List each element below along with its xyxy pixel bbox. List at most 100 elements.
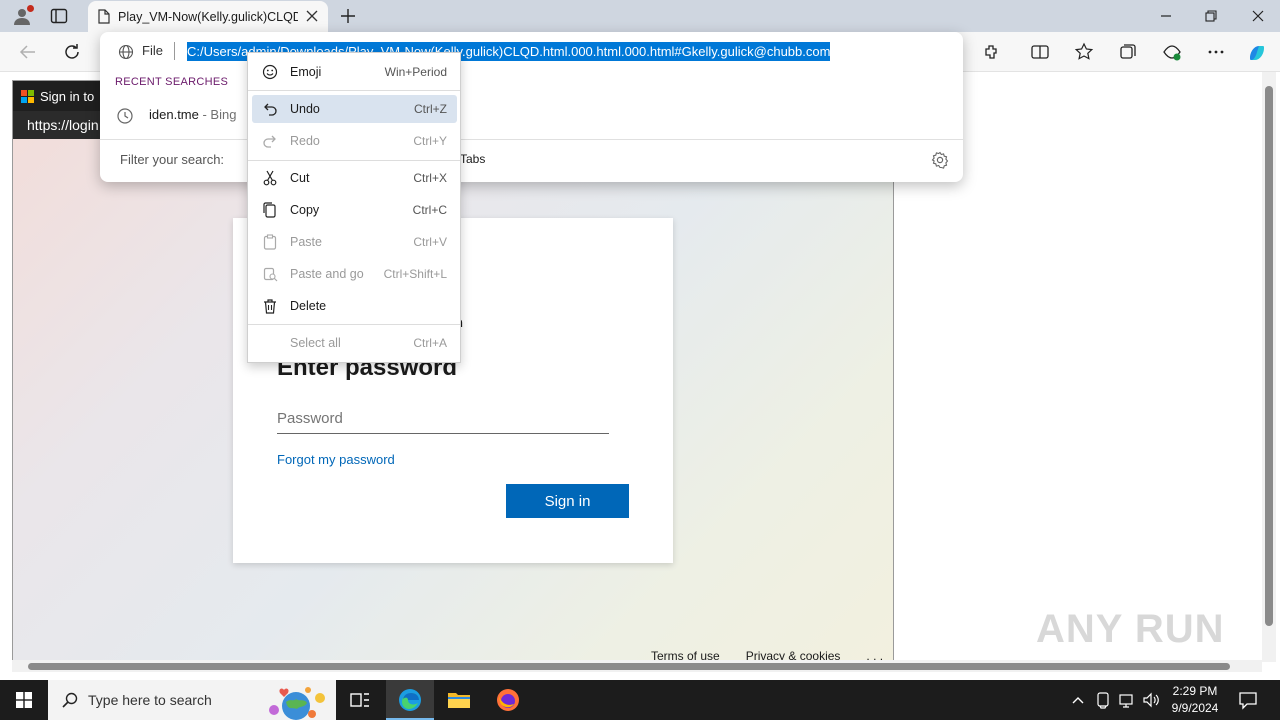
filter-tabs-option[interactable]: Tabs (460, 152, 485, 166)
history-clock-icon (116, 107, 134, 125)
edge-browser-icon[interactable] (398, 688, 422, 712)
taskbar-search[interactable]: Type here to search (48, 680, 336, 720)
extensions-icon[interactable] (982, 42, 1002, 62)
scheme-label[interactable]: File (142, 43, 163, 58)
history-suggestion[interactable]: iden.tme - Bing (149, 107, 236, 122)
context-menu: Emoji Win+Period Undo Ctrl+Z Redo Ctrl+Y… (247, 52, 461, 363)
address-dropdown: File C:/Users/admin/Downloads/Play_VM-No… (100, 32, 963, 182)
filter-label: Filter your search: (120, 152, 225, 167)
browser-essentials-icon[interactable] (1162, 42, 1182, 62)
menu-label: Undo (290, 102, 320, 116)
copilot-icon[interactable] (1246, 42, 1266, 62)
menu-item-copy[interactable]: Copy Ctrl+C (252, 196, 457, 224)
network-icon[interactable] (1118, 691, 1136, 709)
menu-item-paste: Paste Ctrl+V (252, 228, 457, 256)
menu-shortcut: Ctrl+Shift+L (383, 267, 447, 281)
menu-shortcut: Ctrl+C (412, 203, 447, 217)
task-view-icon[interactable] (348, 688, 372, 712)
horizontal-scrollbar[interactable] (12, 660, 1262, 672)
menu-shortcut: Ctrl+V (413, 235, 447, 249)
undo-icon (262, 101, 278, 117)
menu-separator (248, 324, 460, 325)
menu-item-paste-and-go: Paste and go Ctrl+Shift+L (252, 260, 457, 288)
menu-item-emoji[interactable]: Emoji Win+Period (252, 58, 457, 86)
firefox-icon[interactable] (496, 688, 520, 712)
horizontal-scroll-thumb[interactable] (28, 663, 1230, 670)
taskbar: Type here to search 2:29 PM 9/9/2024 (0, 680, 1280, 720)
history-query: iden.tme (149, 107, 199, 122)
clock-time: 2:29 PM (1172, 684, 1218, 698)
menu-shortcut: Win+Period (384, 65, 447, 79)
profile-avatar-icon[interactable] (12, 5, 34, 26)
search-highlight-icon (260, 682, 332, 720)
sign-in-button[interactable]: Sign in (506, 484, 629, 518)
forgot-password-link[interactable]: Forgot my password (277, 452, 395, 467)
clock-date: 9/9/2024 (1171, 701, 1219, 715)
close-window-icon[interactable] (1250, 8, 1266, 24)
menu-item-delete[interactable]: Delete (252, 292, 457, 320)
menu-label: Redo (290, 134, 320, 148)
back-arrow-icon[interactable] (18, 42, 38, 62)
new-tab-icon[interactable] (340, 8, 356, 24)
search-placeholder: Type here to search (88, 692, 212, 708)
clipboard-icon (262, 234, 278, 250)
copy-icon (262, 202, 278, 218)
refresh-icon[interactable] (62, 42, 82, 62)
menu-label: Select all (290, 336, 341, 350)
volume-icon[interactable] (1142, 691, 1160, 709)
minimize-icon[interactable] (1158, 8, 1174, 24)
menu-shortcut: Ctrl+A (413, 336, 447, 350)
popup-title: Sign in to (40, 88, 95, 104)
menu-label: Delete (290, 299, 327, 313)
history-engine: - Bing (198, 107, 237, 122)
active-tab[interactable]: Play_VM-Now(Kelly.gulick)CLQD.html.000.h… (88, 1, 328, 32)
taskbar-clock[interactable]: 2:29 PM 9/9/2024 (1166, 683, 1224, 717)
more-options-icon[interactable] (1206, 42, 1226, 62)
menu-label: Paste (290, 235, 322, 249)
notification-dot-icon (27, 5, 34, 12)
menu-label: Copy (290, 203, 320, 217)
show-hidden-icons-chevron-icon[interactable] (1070, 692, 1086, 708)
scissors-icon (262, 170, 278, 186)
notification-center-icon[interactable] (1238, 690, 1258, 710)
windows-start-icon[interactable] (16, 692, 32, 708)
popup-titlebar: Sign in to (13, 81, 103, 111)
menu-shortcut: Ctrl+X (413, 171, 447, 185)
recent-searches-header: RECENT SEARCHES (115, 76, 229, 88)
emoji-icon (262, 64, 278, 80)
collections-icon[interactable] (1118, 42, 1138, 62)
password-field[interactable] (277, 404, 609, 434)
vertical-scrollbar[interactable] (1262, 72, 1276, 662)
menu-label: Paste and go (290, 267, 364, 281)
menu-separator (248, 90, 460, 91)
menu-shortcut: Ctrl+Z (414, 102, 447, 116)
microsoft-logo-icon (21, 89, 34, 103)
device-icon[interactable] (1094, 691, 1112, 709)
redo-icon (262, 133, 278, 149)
address-separator (174, 42, 175, 60)
tab-strip: Play_VM-Now(Kelly.gulick)CLQD.html.000.h… (0, 0, 1280, 32)
anyrun-watermark: ANY RUN (1036, 607, 1225, 651)
menu-item-undo[interactable]: Undo Ctrl+Z (252, 95, 457, 123)
split-screen-icon[interactable] (1030, 42, 1050, 62)
gear-icon[interactable] (931, 151, 949, 169)
close-tab-icon[interactable] (306, 10, 318, 22)
globe-icon (118, 44, 134, 60)
restore-icon[interactable] (1203, 8, 1219, 24)
dropdown-divider (100, 139, 963, 140)
search-icon (62, 692, 78, 708)
favorites-star-icon[interactable] (1074, 42, 1094, 62)
menu-separator (248, 160, 460, 161)
tab-actions-icon[interactable] (50, 8, 68, 24)
menu-item-cut[interactable]: Cut Ctrl+X (252, 164, 457, 192)
menu-item-select-all: Select all Ctrl+A (252, 329, 457, 357)
tab-title: Play_VM-Now(Kelly.gulick)CLQD.html.000.h… (118, 9, 298, 24)
paste-search-icon (262, 266, 278, 282)
vertical-scroll-thumb[interactable] (1265, 86, 1273, 626)
page-file-icon (98, 9, 110, 24)
menu-item-redo: Redo Ctrl+Y (252, 127, 457, 155)
menu-label: Cut (290, 171, 310, 185)
popup-url: https://login (13, 111, 103, 139)
menu-label: Emoji (290, 65, 322, 79)
file-explorer-icon[interactable] (447, 688, 471, 712)
